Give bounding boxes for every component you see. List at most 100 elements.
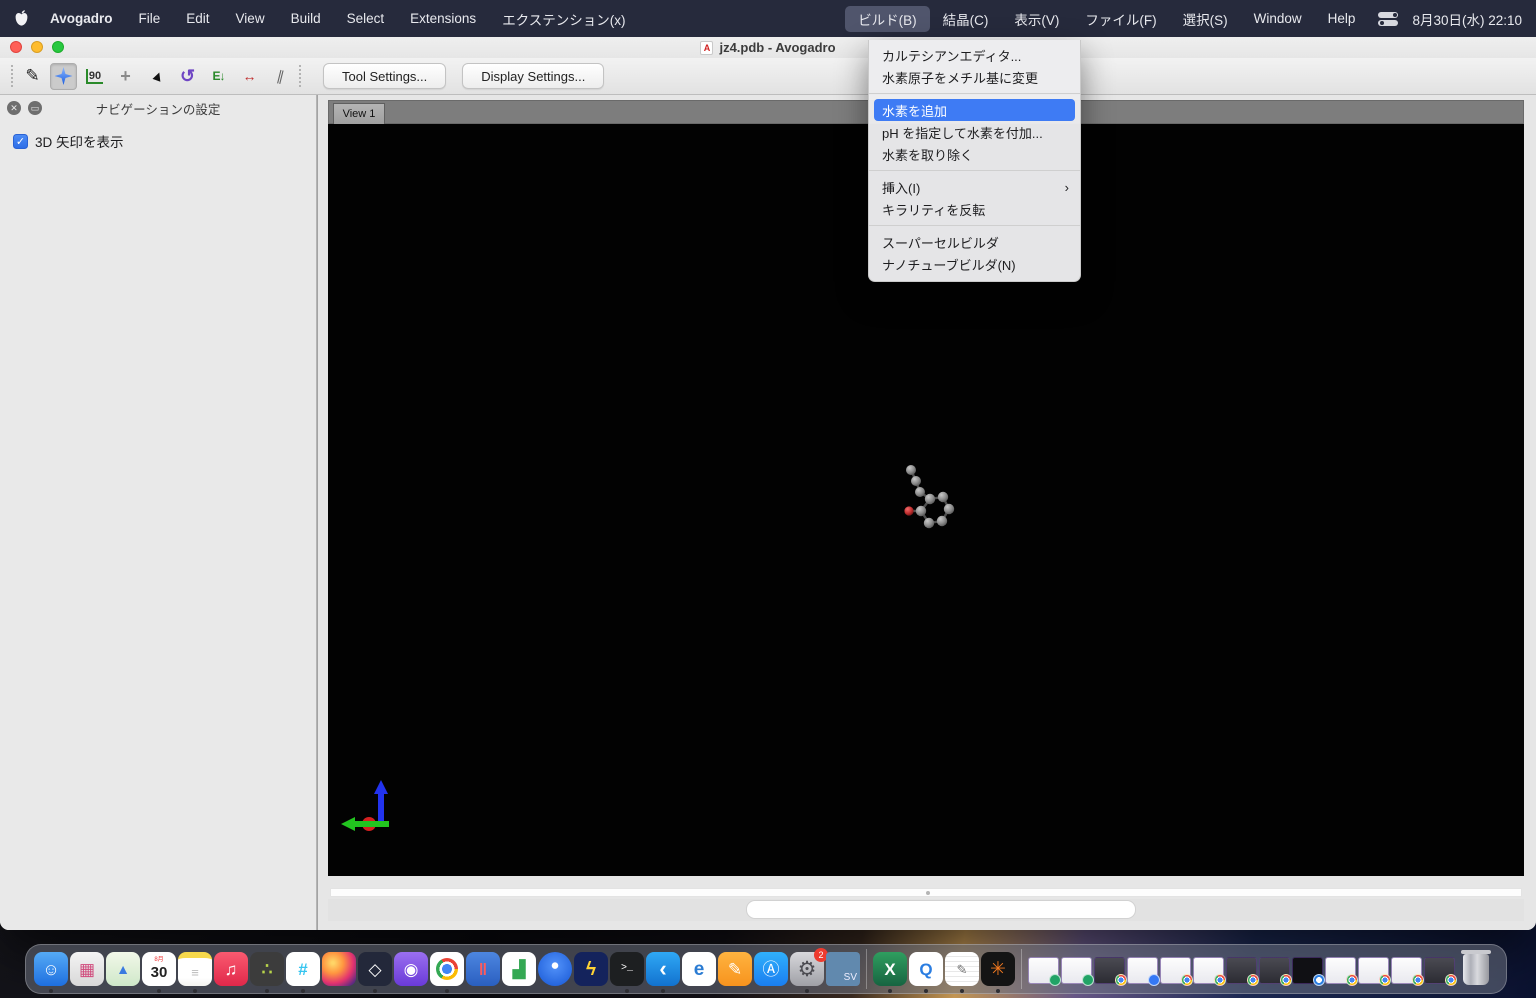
dock-app-excel[interactable]: X <box>873 952 907 986</box>
minimized-window-win-6[interactable] <box>1193 957 1224 984</box>
dock-app-settings[interactable]: ⚙ 2 <box>790 952 824 986</box>
tool-manipulate-tool[interactable]: + <box>112 63 139 90</box>
minimized-window-win-8[interactable] <box>1259 957 1290 984</box>
tool-align-tool[interactable]: ∥ <box>267 63 294 90</box>
zoom-window-button[interactable] <box>52 41 64 53</box>
show-3d-arrows-row: ✓ 3D 矢印を表示 <box>13 131 124 151</box>
menubar-item-view-menu[interactable]: View <box>223 8 278 29</box>
dock-app-notes[interactable]: ≡ <box>178 952 212 986</box>
dock-app-pages[interactable]: ✎ <box>718 952 752 986</box>
dock-app-music[interactable]: ♫ <box>214 952 248 986</box>
menubar-item-select-menu[interactable]: Select <box>334 8 398 29</box>
minimize-window-button[interactable] <box>31 41 43 53</box>
build-menu-sep-3[interactable] <box>869 225 1080 226</box>
menubar-item-select-jp-menu[interactable]: 選択(S) <box>1170 6 1241 32</box>
build-menu-sep-2[interactable] <box>869 170 1080 171</box>
dock-app-terminal[interactable]: >_ <box>610 952 644 986</box>
menubar-item-file-jp-menu[interactable]: ファイル(F) <box>1072 6 1169 32</box>
menubar-item-display-menu[interactable]: 表示(V) <box>1001 6 1072 32</box>
menubar-item-window-menu[interactable]: Window <box>1241 8 1315 29</box>
dock-app-appstore[interactable]: Ⓐ <box>754 952 788 986</box>
dock-app-dark-app[interactable]: ◇ <box>358 952 392 986</box>
tool-bond-centric-tool[interactable]: 90 <box>81 63 108 90</box>
menubar-item-crystal-menu[interactable]: 結晶(C) <box>930 6 1002 32</box>
window-title-bar[interactable]: A jz4.pdb - Avogadro <box>0 37 1536 58</box>
build-menu-invert-chirality[interactable]: キラリティを反転 <box>869 198 1080 220</box>
dock-app-keychain-app[interactable] <box>538 952 572 986</box>
minimized-window-win-11[interactable] <box>1358 957 1389 984</box>
minimized-window-win-13[interactable] <box>1424 957 1455 984</box>
running-indicator-dot <box>157 989 161 993</box>
minimized-window-win-10[interactable] <box>1325 957 1356 984</box>
horizontal-scrollbar-track[interactable] <box>328 899 1524 921</box>
app-badge-icon <box>1346 974 1358 986</box>
close-window-button[interactable] <box>10 41 22 53</box>
tool-navigate-tool[interactable] <box>50 63 77 90</box>
trash-icon[interactable] <box>1463 954 1489 985</box>
menubar-item-avogadro-menu[interactable]: Avogadro <box>37 8 126 29</box>
horizontal-scrollbar-thumb[interactable] <box>746 900 1136 919</box>
build-menu-sep-1[interactable] <box>869 93 1080 94</box>
menubar-item-build-menu[interactable]: Build <box>278 8 334 29</box>
menubar-item-extensions-menu[interactable]: Extensions <box>397 8 489 29</box>
tool-measure-tool[interactable]: ↔ <box>236 63 263 90</box>
build-menu-remove-hydrogens[interactable]: 水素を取り除く <box>869 143 1080 165</box>
menubar-item-file-menu[interactable]: File <box>126 8 174 29</box>
tool-settings-button[interactable]: Tool Settings... <box>323 63 446 89</box>
axis-x-arrow <box>353 821 389 827</box>
build-menu-nanotube-builder[interactable]: ナノチューブビルダ(N) <box>869 253 1080 275</box>
menubar-item-build-jp-menu[interactable]: ビルド(B) <box>845 6 930 32</box>
tool-selection-tool[interactable]: ► <box>143 63 170 90</box>
document-icon: A <box>700 41 713 55</box>
apple-logo-icon[interactable] <box>14 10 29 27</box>
menubar-item-help-menu[interactable]: Help <box>1315 8 1369 29</box>
tab-view-1[interactable]: View 1 <box>333 103 385 124</box>
running-indicator-dot <box>49 989 53 993</box>
minimized-window-win-2[interactable] <box>1061 957 1092 984</box>
minimized-window-win-7[interactable] <box>1226 957 1257 984</box>
minimized-window-win-5[interactable] <box>1160 957 1191 984</box>
dock-app-chart-app[interactable]: ▟ <box>502 952 536 986</box>
build-menu-supercell-builder[interactable]: スーパーセルビルダ <box>869 231 1080 253</box>
dock-app-chrome[interactable] <box>430 952 464 986</box>
dock-app-avogadro2[interactable]: ✳ <box>981 952 1015 986</box>
dock-app-slack[interactable]: # <box>286 952 320 986</box>
show-3d-arrows-checkbox[interactable]: ✓ <box>13 134 28 149</box>
macos-dock: ☺ ▦ ▲ 8月 30 ≡ <box>25 944 1507 994</box>
tool-auto-rotate-tool[interactable]: ↺ <box>174 63 201 90</box>
toolbar-grip-icon[interactable] <box>11 65 14 87</box>
display-settings-button[interactable]: Display Settings... <box>462 63 604 89</box>
dock-app-quicktime[interactable]: Q <box>909 952 943 986</box>
menu-bar-clock[interactable]: 8月30日(水) 22:10 <box>1412 9 1522 29</box>
toolbar-grip-icon[interactable] <box>299 65 302 87</box>
build-menu-cartesian-editor[interactable]: カルテシアンエディタ... <box>869 44 1080 66</box>
bottom-splitter-bar[interactable] <box>330 888 1522 897</box>
minimized-window-win-1[interactable] <box>1028 957 1059 984</box>
menubar-item-extensions-jp-menu[interactable]: エクステンション(x) <box>489 6 638 32</box>
dock-app-textedit[interactable]: ✎ <box>945 952 979 986</box>
dock-app-vscode[interactable]: ‹ <box>646 952 680 986</box>
menubar-item-edit-menu[interactable]: Edit <box>173 8 222 29</box>
dock-app-lightning-app[interactable]: ϟ <box>574 952 608 986</box>
dock-app-sv-window[interactable]: SV <box>826 952 860 986</box>
build-menu-add-hydrogens[interactable]: 水素を追加 <box>874 99 1075 121</box>
dock-app-calendar[interactable]: 8月 30 <box>142 952 176 986</box>
dock-app-maps[interactable]: ▲ <box>106 952 140 986</box>
dock-app-firefox[interactable] <box>322 952 356 986</box>
dock-app-finder[interactable]: ☺ <box>34 952 68 986</box>
dock-app-podcasts[interactable]: ◉ <box>394 952 428 986</box>
build-menu-add-hydrogens-ph[interactable]: pH を指定して水素を付加... <box>869 121 1080 143</box>
build-menu-insert[interactable]: 挿入(I) › <box>869 176 1080 198</box>
control-center-icon[interactable] <box>1378 12 1400 26</box>
build-menu-hydrogens-to-methyl[interactable]: 水素原子をメチル基に変更 <box>869 66 1080 88</box>
dock-app-avogadro[interactable]: ∴ <box>250 952 284 986</box>
minimized-window-win-4[interactable] <box>1127 957 1158 984</box>
dock-app-edge[interactable]: e <box>682 952 716 986</box>
dock-app-launchpad[interactable]: ▦ <box>70 952 104 986</box>
tool-auto-optimize-tool[interactable]: E↓ <box>205 63 232 90</box>
dock-app-monitor-app[interactable]: ‖ <box>466 952 500 986</box>
minimized-window-win-3[interactable] <box>1094 957 1125 984</box>
minimized-window-win-9[interactable] <box>1292 957 1323 984</box>
tool-draw-tool[interactable]: ✎ <box>19 63 46 90</box>
minimized-window-win-12[interactable] <box>1391 957 1422 984</box>
